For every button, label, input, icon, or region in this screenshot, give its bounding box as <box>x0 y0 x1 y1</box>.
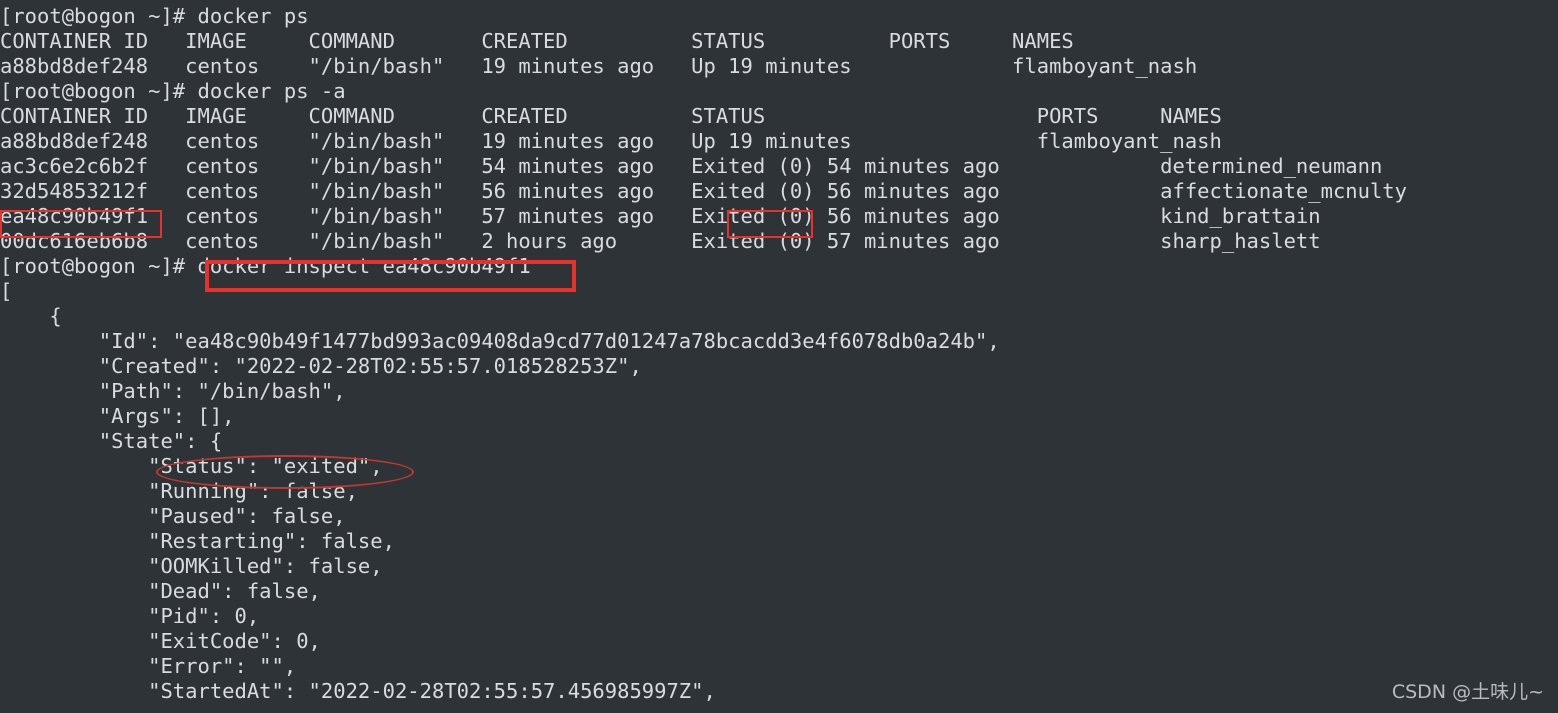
docker-ps-header-row: CONTAINER ID IMAGE COMMAND CREATED STATU… <box>0 29 1074 53</box>
inspect-field-state: "State": { <box>0 429 223 453</box>
prompt-line-docker-ps: [root@bogon ~]# docker ps <box>0 4 309 28</box>
inspect-open-brace: { <box>0 304 62 328</box>
inspect-state-error: "Error": "", <box>0 654 297 678</box>
inspect-state-oomkilled: "OOMKilled": false, <box>0 554 383 578</box>
inspect-state-startedat: "StartedAt": "2022-02-28T02:55:57.456985… <box>0 679 716 703</box>
csdn-watermark: CSDN @土味儿~ <box>1391 681 1544 703</box>
inspect-state-pid: "Pid": 0, <box>0 604 260 628</box>
docker-ps-row-0: a88bd8def248 centos "/bin/bash" 19 minut… <box>0 54 1198 78</box>
docker-ps-a-header-row: CONTAINER ID IMAGE COMMAND CREATED STATU… <box>0 104 1222 128</box>
prompt-line-docker-ps-a: [root@bogon ~]# docker ps -a <box>0 79 346 103</box>
docker-ps-a-row-1: ac3c6e2c6b2f centos "/bin/bash" 54 minut… <box>0 154 1383 178</box>
inspect-state-restarting: "Restarting": false, <box>0 529 395 553</box>
inspect-open-bracket: [ <box>0 279 13 303</box>
docker-ps-a-row-2: 32d54853212f centos "/bin/bash" 56 minut… <box>0 179 1407 203</box>
terminal-window[interactable]: [root@bogon ~]# docker ps CONTAINER ID I… <box>0 0 1558 713</box>
inspect-state-exitcode: "ExitCode": 0, <box>0 629 321 653</box>
inspect-state-paused: "Paused": false, <box>0 504 346 528</box>
docker-ps-a-row-3: ea48c90b49f1 centos "/bin/bash" 57 minut… <box>0 204 1321 228</box>
inspect-state-running: "Running": false, <box>0 479 358 503</box>
inspect-field-path: "Path": "/bin/bash", <box>0 379 346 403</box>
inspect-state-status: "Status": "exited", <box>0 454 383 478</box>
docker-ps-a-row-4: 00dc616eb6b8 centos "/bin/bash" 2 hours … <box>0 229 1321 253</box>
prompt-line-docker-inspect: [root@bogon ~]# docker inspect ea48c90b4… <box>0 254 531 278</box>
docker-ps-a-row-0: a88bd8def248 centos "/bin/bash" 19 minut… <box>0 129 1222 153</box>
inspect-state-dead: "Dead": false, <box>0 579 321 603</box>
inspect-field-args: "Args": [], <box>0 404 235 428</box>
inspect-field-created: "Created": "2022-02-28T02:55:57.01852825… <box>0 354 642 378</box>
inspect-field-id: "Id": "ea48c90b49f1477bd993ac09408da9cd7… <box>0 329 1000 353</box>
